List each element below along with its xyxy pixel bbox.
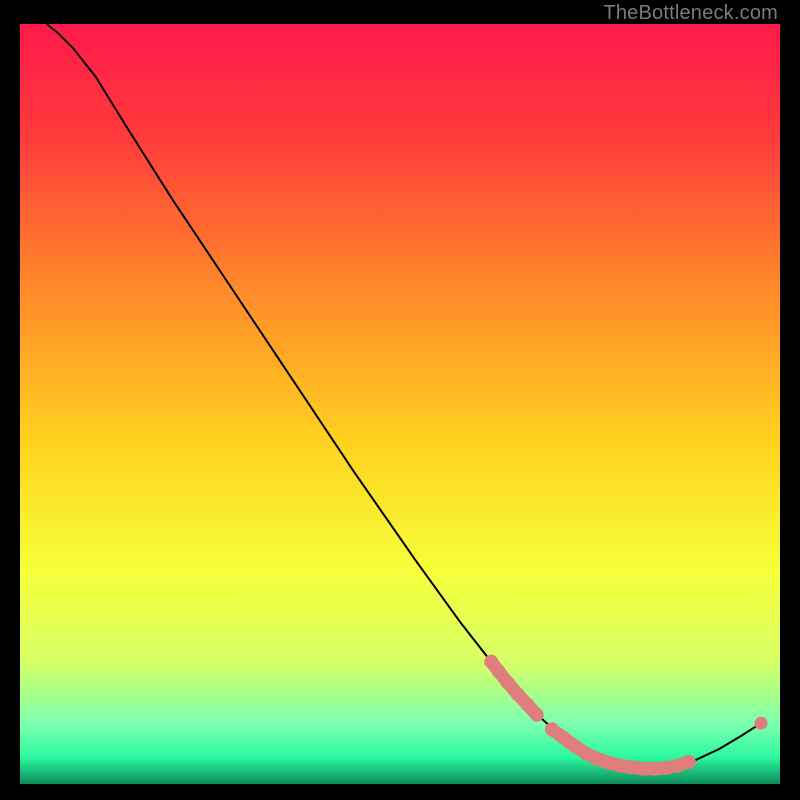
chart-svg xyxy=(20,24,780,784)
chart-frame xyxy=(20,24,780,784)
end-point xyxy=(755,717,768,730)
watermark-text: TheBottleneck.com xyxy=(603,2,778,25)
